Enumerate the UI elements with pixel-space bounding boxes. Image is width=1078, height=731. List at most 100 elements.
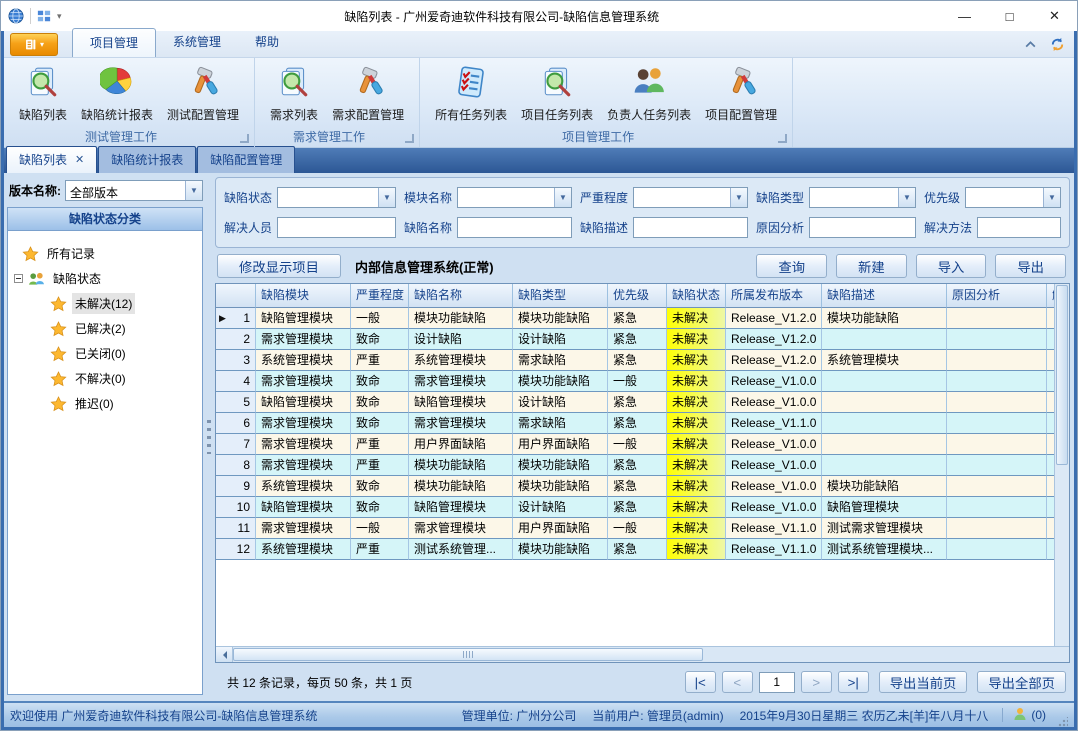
grid-cell[interactable]: 系统管理模块 (822, 350, 947, 371)
grid-cell[interactable]: Release_V1.0.0 (726, 476, 822, 497)
new-button[interactable]: 新建 (836, 254, 907, 278)
grid-cell[interactable]: 紧急 (608, 455, 667, 476)
grid-cell[interactable] (822, 329, 947, 350)
grid-cell[interactable]: 未解决 (667, 371, 726, 392)
grid-cell[interactable]: Release_V1.2.0 (726, 350, 822, 371)
row-selector-cell[interactable]: 7 (216, 434, 256, 455)
grid-cell[interactable]: 未解决 (667, 518, 726, 539)
scroll-left-icon[interactable] (216, 647, 233, 662)
grid-cell[interactable]: 模块功能缺陷 (409, 476, 513, 497)
horizontal-scrollbar[interactable] (216, 646, 1069, 662)
table-row[interactable]: 12系统管理模块严重测试系统管理...模块功能缺陷紧急未解决Release_V1… (216, 539, 1054, 560)
collapse-ribbon-icon[interactable] (1024, 40, 1037, 49)
ribbon-button-2-1[interactable]: 需求列表 (263, 62, 325, 126)
chevron-down-icon[interactable]: ▼ (554, 188, 571, 207)
grid-header-3[interactable]: 缺陷名称 (409, 284, 513, 308)
grid-cell[interactable]: 未解决 (667, 497, 726, 518)
grid-cell[interactable] (947, 497, 1047, 518)
ribbon-button-1-1[interactable]: 缺陷列表 (12, 62, 74, 126)
grid-cell[interactable] (1047, 497, 1054, 518)
horizontal-scrollbar-thumb[interactable] (233, 648, 703, 661)
grid-cell[interactable]: 设计缺陷 (513, 329, 608, 350)
grid-cell[interactable]: 严重 (351, 434, 409, 455)
grid-cell[interactable]: 需求管理模块 (256, 455, 351, 476)
ribbon-tab-3[interactable]: 帮助 (238, 28, 296, 57)
grid-cell[interactable] (1047, 539, 1054, 560)
row-selector-cell[interactable]: 5 (216, 392, 256, 413)
grid-cell[interactable]: 未解决 (667, 308, 726, 329)
grid-cell[interactable]: 致命 (351, 371, 409, 392)
prev-page-button[interactable]: < (722, 671, 753, 693)
ribbon-button-3-3[interactable]: 负责人任务列表 (600, 62, 698, 126)
grid-cell[interactable]: Release_V1.2.0 (726, 329, 822, 350)
grid-cell[interactable] (947, 539, 1047, 560)
grid-cell[interactable] (947, 308, 1047, 329)
grid-cell[interactable]: 致命 (351, 476, 409, 497)
table-row[interactable]: 2需求管理模块致命设计缺陷设计缺陷紧急未解决Release_V1.2.0 (216, 329, 1054, 350)
doc-tab-3[interactable]: 缺陷配置管理 (197, 146, 295, 173)
grid-cell[interactable]: 紧急 (608, 539, 667, 560)
grid-cell[interactable] (947, 518, 1047, 539)
online-user-icon[interactable] (1013, 707, 1027, 724)
grid-cell[interactable]: 模块功能缺陷 (513, 539, 608, 560)
doc-tab-1[interactable]: 缺陷列表✕ (6, 146, 97, 173)
table-row[interactable]: 5缺陷管理模块致命缺陷管理模块设计缺陷紧急未解决Release_V1.0.0 (216, 392, 1054, 413)
grid-cell[interactable]: 系统管理模块 (409, 350, 513, 371)
grid-cell[interactable]: 设计缺陷 (513, 497, 608, 518)
grid-cell[interactable] (1047, 371, 1054, 392)
grid-header-1[interactable]: 缺陷模块 (256, 284, 351, 308)
grid-cell[interactable] (947, 434, 1047, 455)
grid-cell[interactable]: 一般 (351, 518, 409, 539)
grid-cell[interactable]: 需求管理模块 (409, 371, 513, 392)
grid-cell[interactable]: 未解决 (667, 476, 726, 497)
grid-cell[interactable] (1047, 413, 1054, 434)
grid-cell[interactable] (1047, 476, 1054, 497)
page-number-input[interactable] (759, 672, 795, 693)
grid-cell[interactable] (947, 455, 1047, 476)
table-row[interactable]: 6需求管理模块致命需求管理模块需求缺陷紧急未解决Release_V1.1.0 (216, 413, 1054, 434)
grid-cell[interactable] (822, 371, 947, 392)
grid-header-6[interactable]: 缺陷状态 (667, 284, 726, 308)
grid-cell[interactable] (947, 371, 1047, 392)
close-button[interactable]: ✕ (1032, 1, 1077, 31)
grid-cell[interactable]: Release_V1.0.0 (726, 392, 822, 413)
grid-cell[interactable]: 一般 (608, 434, 667, 455)
grid-cell[interactable] (947, 350, 1047, 371)
table-row[interactable]: 3系统管理模块严重系统管理模块需求缺陷紧急未解决Release_V1.2.0系统… (216, 350, 1054, 371)
grid-cell[interactable]: 一般 (351, 308, 409, 329)
grid-cell[interactable]: 紧急 (608, 350, 667, 371)
row-selector-cell[interactable]: 3 (216, 350, 256, 371)
grid-cell[interactable]: 致命 (351, 497, 409, 518)
table-row[interactable]: ▶1缺陷管理模块一般模块功能缺陷模块功能缺陷紧急未解决Release_V1.2.… (216, 308, 1054, 329)
modify-columns-button[interactable]: 修改显示项目 (217, 254, 341, 278)
grid-cell[interactable]: 未解决 (667, 413, 726, 434)
grid-cell[interactable]: 紧急 (608, 413, 667, 434)
row-selector-cell[interactable]: 11 (216, 518, 256, 539)
first-page-button[interactable]: |< (685, 671, 716, 693)
table-row[interactable]: 8需求管理模块严重模块功能缺陷模块功能缺陷紧急未解决Release_V1.0.0 (216, 455, 1054, 476)
tree-item-1[interactable]: 所有记录 (10, 241, 200, 266)
grid-header-2[interactable]: 严重程度 (351, 284, 409, 308)
table-row[interactable]: 9系统管理模块致命模块功能缺陷模块功能缺陷紧急未解决Release_V1.0.0… (216, 476, 1054, 497)
grid-cell[interactable]: Release_V1.0.0 (726, 434, 822, 455)
grid-cell[interactable]: 测试系统管理模块... (822, 539, 947, 560)
grid-cell[interactable] (1047, 518, 1054, 539)
grid-cell[interactable]: 紧急 (608, 497, 667, 518)
grid-cell[interactable] (822, 455, 947, 476)
grid-cell[interactable]: 需求缺陷 (513, 413, 608, 434)
grid-cell[interactable]: 系统管理模块 (256, 539, 351, 560)
app-menu-button[interactable]: ▾ (10, 33, 58, 56)
quick-access-layout-icon[interactable] (37, 9, 51, 23)
row-selector-cell[interactable]: 8 (216, 455, 256, 476)
grid-cell[interactable]: 严重 (351, 455, 409, 476)
dialog-launcher-icon[interactable] (240, 134, 249, 143)
chevron-down-icon[interactable]: ▼ (378, 188, 395, 207)
grid-cell[interactable]: Release_V1.1.0 (726, 539, 822, 560)
解决人员-input[interactable] (277, 217, 396, 238)
table-row[interactable]: 11需求管理模块一般需求管理模块用户界面缺陷一般未解决Release_V1.1.… (216, 518, 1054, 539)
grid-cell[interactable]: 紧急 (608, 329, 667, 350)
grid-cell[interactable]: 未解决 (667, 392, 726, 413)
dialog-launcher-icon[interactable] (405, 134, 414, 143)
ribbon-button-1-3[interactable]: 测试配置管理 (160, 62, 246, 126)
grid-cell[interactable] (1047, 350, 1054, 371)
